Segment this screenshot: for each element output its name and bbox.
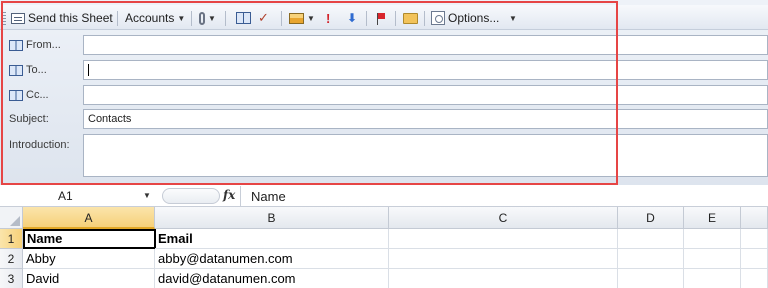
chevron-down-icon: ▼ [307,13,315,23]
toolbar-separator [395,11,396,26]
follow-up-flag-button[interactable] [376,9,385,27]
chevron-down-icon: ▼ [208,13,216,23]
send-this-sheet-button[interactable]: Send this Sheet [11,9,113,27]
card-icon [289,12,304,24]
from-label: From... [26,39,61,51]
attach-file-button[interactable]: ▼ [199,9,216,27]
cell-b3[interactable]: david@datanumen.com [155,269,389,288]
accounts-button[interactable]: Accounts ▼ [125,9,185,27]
cell-f2[interactable] [741,249,768,269]
address-book-icon [9,89,23,101]
low-importance-button[interactable]: ⬇ [347,9,357,27]
cell-d1[interactable] [618,229,684,249]
attach-icon [199,11,205,25]
chevron-down-icon: ▼ [509,13,517,23]
options-label: Options... [448,11,500,25]
to-label: To... [26,64,47,76]
introduction-label: Introduction: [9,139,70,151]
formula-controls [162,188,220,204]
column-header-c[interactable]: C [389,207,618,229]
toolbar-separator [191,11,192,26]
name-box[interactable]: A1 [0,186,153,206]
select-all-button[interactable] [0,207,23,229]
options-icon [431,11,445,25]
row-header[interactable]: 1 [0,229,23,249]
sheet-icon [11,12,25,24]
column-header-b[interactable]: B [155,207,389,229]
toolbar-separator [366,11,367,26]
check-names-icon: ✓ [258,10,269,25]
cell-b2[interactable]: abby@datanumen.com [155,249,389,269]
row-header[interactable]: 2 [0,249,23,269]
follow-up-flag-icon [376,12,385,25]
to-button[interactable]: To... [9,60,47,80]
cell-e1[interactable] [684,229,741,249]
cell-a3[interactable]: David [23,269,155,288]
formula-input[interactable]: Name [240,186,768,206]
chevron-down-icon: ▼ [177,13,186,23]
cell-f1[interactable] [741,229,768,249]
cell-d3[interactable] [618,269,684,288]
toolbar-separator [281,11,282,26]
cell-a1[interactable]: Name [23,229,156,249]
column-header-d[interactable]: D [618,207,684,229]
spreadsheet-grid: A B C D E 1 Name Email 2 Abby abby@datan… [0,207,768,288]
insert-card-button[interactable]: ▼ [289,9,315,27]
insert-function-icon[interactable]: fx [223,188,235,202]
folder-button[interactable] [403,9,418,27]
column-header-a[interactable]: A [23,207,155,229]
row-header[interactable]: 3 [0,269,23,288]
subject-field[interactable]: Contacts [83,109,768,129]
toolbar-separator [424,11,425,26]
high-importance-button[interactable]: ! [326,9,330,27]
cell-e3[interactable] [684,269,741,288]
chevron-down-icon[interactable]: ▼ [143,191,151,200]
toolbar-separator [225,11,226,26]
column-header-e[interactable]: E [684,207,741,229]
introduction-field[interactable] [83,134,768,177]
from-button[interactable]: From... [9,35,61,55]
cell-c2[interactable] [389,249,618,269]
address-book-icon [9,64,23,76]
text-cursor [88,64,89,77]
cell-d2[interactable] [618,249,684,269]
from-field[interactable] [83,35,768,55]
send-this-sheet-label: Send this Sheet [28,11,113,25]
send-sheet-envelope: Send this Sheet Accounts ▼ ▼ ✓ ▼ ! ⬇ Opt… [0,0,768,185]
toolbar-more-button[interactable]: ▼ [509,9,517,27]
cc-field[interactable] [83,85,768,105]
formula-bar: A1 ▼ fx Name [0,185,768,207]
envelope-toolbar: Send this Sheet Accounts ▼ ▼ ✓ ▼ ! ⬇ Opt… [0,5,768,30]
toolbar-grip[interactable] [3,12,6,25]
to-field[interactable] [83,60,768,80]
toolbar-separator [117,11,118,26]
cell-c3[interactable] [389,269,618,288]
cell-c1[interactable] [389,229,618,249]
address-book-icon [236,12,251,24]
high-importance-icon: ! [326,10,331,26]
check-names-button[interactable]: ✓ [258,9,269,27]
cell-b1[interactable]: Email [155,229,389,249]
cc-label: Cc... [26,89,49,101]
accounts-label: Accounts [125,11,175,25]
subject-label: Subject: [9,113,49,125]
cell-e2[interactable] [684,249,741,269]
cc-button[interactable]: Cc... [9,85,49,105]
address-book-icon [9,39,23,51]
options-button[interactable]: Options... [431,9,499,27]
folder-icon [403,12,418,24]
address-book-button[interactable] [236,9,251,27]
column-header-f[interactable] [741,207,768,229]
cell-f3[interactable] [741,269,768,288]
low-importance-icon: ⬇ [347,11,358,25]
cell-a2[interactable]: Abby [23,249,155,269]
